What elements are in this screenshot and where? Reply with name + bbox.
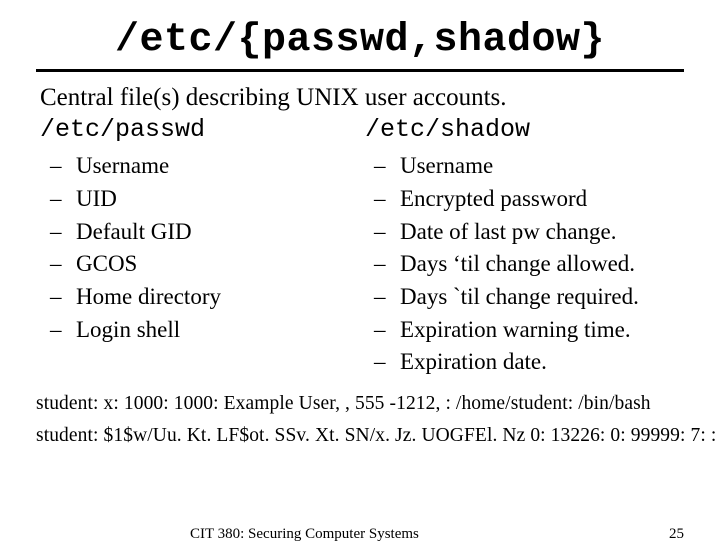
heading-shadow: /etc/shadow <box>359 115 684 144</box>
list-item: Encrypted password <box>400 183 684 216</box>
list-item: Home directory <box>76 281 360 314</box>
slide: /etc/{passwd,shadow} Central file(s) des… <box>0 0 720 540</box>
column-passwd: Username UID Default GID GCOS Home direc… <box>36 150 360 379</box>
example-shadow-line: student: $1$w/Uu. Kt. LF$ot. SSv. Xt. SN… <box>36 425 684 447</box>
list-item: Login shell <box>76 314 360 347</box>
column-headings: /etc/passwd /etc/shadow <box>40 115 684 144</box>
footer-course: CIT 380: Securing Computer Systems <box>190 526 419 543</box>
list-item: UID <box>76 183 360 216</box>
title-divider <box>36 69 684 72</box>
column-shadow: Username Encrypted password Date of last… <box>360 150 684 379</box>
list-item: Username <box>400 150 684 183</box>
intro-text: Central file(s) describing UNIX user acc… <box>40 82 684 113</box>
list-item: Expiration warning time. <box>400 314 684 347</box>
columns: Username UID Default GID GCOS Home direc… <box>36 150 684 379</box>
list-item: Date of last pw change. <box>400 216 684 249</box>
heading-passwd: /etc/passwd <box>40 115 359 144</box>
example-block: student: x: 1000: 1000: Example User, , … <box>36 393 684 447</box>
list-item: Username <box>76 150 360 183</box>
list-item: Expiration date. <box>400 346 684 379</box>
shadow-list: Username Encrypted password Date of last… <box>360 150 684 379</box>
list-item: GCOS <box>76 248 360 281</box>
slide-title: /etc/{passwd,shadow} <box>36 18 684 63</box>
list-item: Days ‘til change allowed. <box>400 248 684 281</box>
list-item: Default GID <box>76 216 360 249</box>
footer-page-number: 25 <box>669 526 684 543</box>
passwd-list: Username UID Default GID GCOS Home direc… <box>36 150 360 346</box>
example-passwd-line: student: x: 1000: 1000: Example User, , … <box>36 393 684 415</box>
list-item: Days `til change required. <box>400 281 684 314</box>
